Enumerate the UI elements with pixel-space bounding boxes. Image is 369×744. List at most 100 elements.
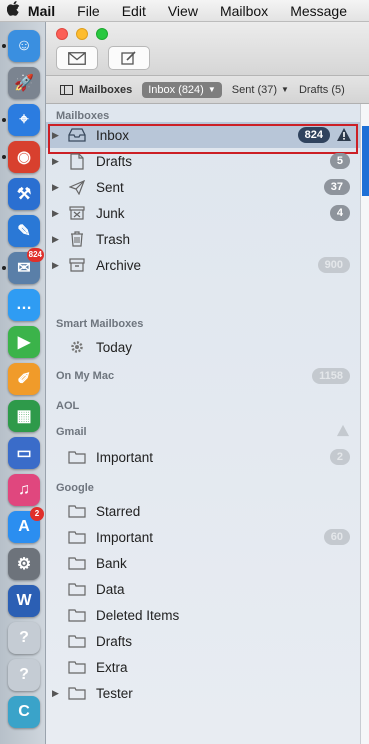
section-gmail[interactable]: Gmail: [46, 420, 360, 444]
google-bank[interactable]: Bank: [46, 550, 360, 576]
dock-keynote-icon[interactable]: ▭: [8, 437, 40, 469]
dock-facetime-icon[interactable]: ▶: [8, 326, 40, 358]
dock-chrome-icon[interactable]: ◉: [8, 141, 40, 173]
unread-count-badge: 900: [317, 257, 350, 273]
mailbox-trash[interactable]: ▶ Trash: [46, 226, 360, 252]
unread-count-badge: 1158: [312, 368, 350, 384]
folder-icon: [66, 684, 88, 702]
mailbox-label: Today: [96, 339, 133, 355]
minimize-window-button[interactable]: [76, 28, 88, 40]
google-extra[interactable]: Extra: [46, 654, 360, 680]
close-window-button[interactable]: [56, 28, 68, 40]
mailboxes-label: Mailboxes: [79, 83, 133, 96]
folder-icon: [66, 632, 88, 650]
mailbox-label: Important: [96, 529, 154, 545]
dock-badge: 824: [26, 248, 44, 262]
running-indicator: [2, 266, 6, 270]
disclosure-triangle-icon[interactable]: ▶: [52, 688, 64, 699]
apple-menu-icon[interactable]: [0, 1, 28, 20]
dock-system-preferences-icon[interactable]: ⚙: [8, 548, 40, 580]
dock-app-store-icon[interactable]: A2: [8, 507, 44, 543]
favorite-drafts-label: Drafts (5): [298, 83, 345, 96]
zoom-window-button[interactable]: [96, 28, 108, 40]
dock-finder-icon[interactable]: ☺: [8, 30, 40, 62]
disclosure-triangle-icon[interactable]: ▶: [52, 182, 64, 193]
folder-icon: [66, 554, 88, 572]
google-starred[interactable]: Starred: [46, 498, 360, 524]
sidebar-icon: [60, 84, 73, 95]
disclosure-triangle-icon[interactable]: ▶: [52, 156, 64, 167]
section-label: On My Mac: [56, 370, 115, 382]
disclosure-triangle-icon[interactable]: ▶: [52, 234, 64, 245]
section-google: Google: [56, 482, 94, 494]
section-on-my-mac[interactable]: On My Mac 1158: [46, 364, 360, 388]
google-drafts[interactable]: Drafts: [46, 628, 360, 654]
dock-numbers-icon[interactable]: ▦: [8, 400, 40, 432]
mailbox-label: Drafts: [96, 153, 133, 169]
unread-count-badge: 4: [329, 205, 350, 221]
dock-safari-icon[interactable]: ⌖: [8, 104, 40, 136]
folder-icon: [66, 528, 88, 546]
mailbox-sidebar: Mailboxes ▶ Inbox 824 ▶ Drafts 5 ▶ Sent …: [46, 104, 360, 744]
menu-mail[interactable]: Mail: [28, 3, 55, 19]
dock-simulator-icon[interactable]: ✎: [8, 215, 40, 247]
smart-mailbox-today[interactable]: Today: [46, 334, 360, 360]
menu-mailbox[interactable]: Mailbox: [220, 3, 268, 19]
mailbox-label: Inbox: [96, 127, 130, 143]
paper-plane-icon: [66, 178, 88, 196]
favorite-inbox-label: Inbox (824): [148, 83, 204, 96]
mail-window: Mailboxes Inbox (824) ▼ Sent (37) ▼ Draf…: [46, 22, 369, 744]
dock-itunes-icon[interactable]: ♫: [8, 474, 40, 506]
favorite-sent-button[interactable]: Sent (37) ▼: [232, 84, 289, 96]
chevron-down-icon: ▼: [281, 85, 289, 94]
dock-pages-icon[interactable]: ✐: [8, 363, 40, 395]
disclosure-triangle-icon[interactable]: ▶: [52, 130, 64, 141]
mailbox-label: Junk: [96, 205, 125, 221]
google-tester[interactable]: ▶ Tester: [46, 680, 360, 706]
mailbox-label: Tester: [96, 685, 133, 701]
compose-button[interactable]: [108, 46, 150, 70]
mailbox-label: Trash: [96, 231, 131, 247]
section-smart-mailboxes: Smart Mailboxes: [56, 318, 144, 330]
unread-count-badge: 824: [297, 127, 330, 143]
disclosure-triangle-icon[interactable]: ▶: [52, 208, 64, 219]
junk-icon: [66, 204, 88, 222]
dock-app-c-icon[interactable]: C: [8, 696, 40, 728]
menu-view[interactable]: View: [168, 3, 198, 19]
warning-icon[interactable]: [336, 127, 352, 145]
dock: ☺ 🚀 ⌖ ◉ ⚒ ✎ ✉ 824 … ▶ ✐ ▦ ▭ ♫ A 2 ⚙ W?? C: [0, 22, 46, 744]
dock-xcode-icon[interactable]: ⚒: [8, 178, 40, 210]
dock-launchpad-icon[interactable]: 🚀: [8, 67, 40, 99]
get-mail-button[interactable]: [56, 46, 98, 70]
dock-unknown-1-icon[interactable]: ?: [8, 622, 40, 654]
mailboxes-toggle-button[interactable]: Mailboxes: [60, 84, 132, 96]
mailbox-sent[interactable]: ▶ Sent 37: [46, 174, 360, 200]
favorite-inbox-button[interactable]: Inbox (824) ▼: [142, 81, 222, 98]
dock-word-icon[interactable]: W: [8, 585, 40, 617]
folder-icon: [66, 448, 88, 466]
mailbox-archive[interactable]: ▶ Archive 900: [46, 252, 360, 278]
gear-icon: [66, 338, 88, 356]
google-important[interactable]: Important 60: [46, 524, 360, 550]
running-indicator: [2, 155, 6, 159]
dock-unknown-2-icon[interactable]: ?: [8, 659, 40, 691]
mailbox-drafts[interactable]: ▶ Drafts 5: [46, 148, 360, 174]
menu-file[interactable]: File: [77, 3, 100, 19]
section-aol: AOL: [56, 400, 80, 412]
dock-messages-icon[interactable]: …: [8, 289, 40, 321]
dock-mail-dock-icon[interactable]: ✉ 824: [8, 248, 44, 284]
mailbox-junk[interactable]: ▶ Junk 4: [46, 200, 360, 226]
favorite-drafts-button[interactable]: Drafts (5): [299, 84, 345, 96]
disclosure-triangle-icon[interactable]: ▶: [52, 260, 64, 271]
google-deleted[interactable]: Deleted Items: [46, 602, 360, 628]
mailbox-label: Deleted Items: [96, 607, 180, 623]
message-list-edge: [360, 104, 369, 744]
mailbox-inbox[interactable]: ▶ Inbox 824: [46, 122, 360, 148]
menu-message[interactable]: Message: [290, 3, 347, 19]
envelope-icon: [68, 51, 86, 65]
gmail-important[interactable]: Important 2: [46, 444, 360, 470]
folder-icon: [66, 580, 88, 598]
google-data[interactable]: Data: [46, 576, 360, 602]
warning-icon[interactable]: [336, 424, 350, 440]
menu-edit[interactable]: Edit: [122, 3, 146, 19]
